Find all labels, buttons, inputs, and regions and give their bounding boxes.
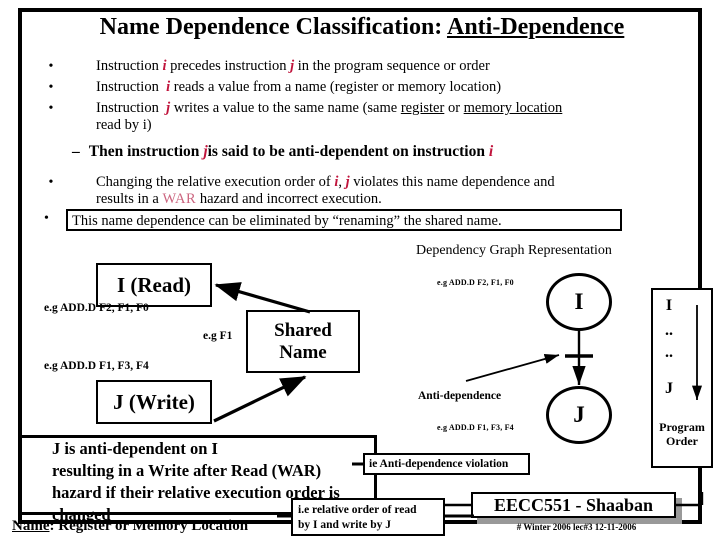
shared-name-line-1: Shared xyxy=(274,319,332,341)
variable-j: j xyxy=(345,174,350,190)
program-order-item-j: J xyxy=(665,380,673,397)
bullet-1-post: in the program sequence or order xyxy=(297,58,490,74)
bullet-3-pre: Instruction xyxy=(96,100,159,116)
bullet-1-mid: precedes instruction xyxy=(170,58,287,74)
name-definition-term: Name xyxy=(12,518,50,534)
diagram-node-j-write-label: J (Write) xyxy=(113,389,195,414)
bullet-marker: • xyxy=(48,80,54,95)
callout-relorder-line1: i.e relative order of read xyxy=(298,504,417,516)
footer-subtitle: # Winter 2006 lec#3 12-11-2006 xyxy=(516,522,637,532)
bullet-marker: • xyxy=(48,59,54,74)
diagram-node-j-write: J (Write) xyxy=(96,380,212,424)
sub-bullet-conclusion: – Then instruction jis said to be anti-de… xyxy=(72,143,493,161)
slide-canvas: Name Dependence Classification: Anti-Dep… xyxy=(0,0,720,540)
footer-banner: EECC551 - Shaaban xyxy=(471,492,676,518)
callout-violation-text: ie Anti-dependence violation xyxy=(369,458,509,470)
name-definition-line: Name: Register or Memory Location xyxy=(12,518,248,535)
callout-anti-dependence-violation: ie Anti-dependence violation xyxy=(363,453,530,475)
example-instruction-write: e.g ADD.D F1, F3, F4 xyxy=(44,360,149,372)
hazard-label-war: WAR xyxy=(162,191,197,207)
variable-i: i xyxy=(162,58,167,74)
bullet-4-pre: Changing the relative execution order of xyxy=(96,174,331,190)
emphasis-memory-location: memory location xyxy=(463,100,563,116)
bullet-3-conj: or xyxy=(447,100,461,116)
example-shared-register: e.g F1 xyxy=(203,330,233,342)
page-title: Name Dependence Classification: Anti-Dep… xyxy=(30,14,694,41)
shared-name-line-2: Name xyxy=(279,341,327,363)
name-definition-rest: : Register or Memory Location xyxy=(49,518,249,534)
bullet-marker: • xyxy=(48,101,54,116)
bullet-text-3: Instruction j writes a value to the same… xyxy=(96,100,684,134)
callout-relative-order: i.e relative order of read by I and writ… xyxy=(291,498,445,536)
bullet-1-pre: Instruction xyxy=(96,58,159,74)
sub-bullet-pre: Then instruction xyxy=(88,143,200,160)
diagram-node-i-read: I (Read) xyxy=(96,263,212,307)
bullet-marker: • xyxy=(48,175,54,190)
program-order-caption-line2: Order xyxy=(666,434,698,448)
bullet-item-4: • Changing the relative execution order … xyxy=(44,174,674,208)
graph-example-instruction-j: e.g ADD.D F1, F3, F4 xyxy=(437,423,514,432)
diagram-node-shared-name: Shared Name xyxy=(246,310,360,373)
bullet-2-pre: Instruction xyxy=(96,79,159,95)
bullet-text-4: Changing the relative execution order of… xyxy=(96,174,674,208)
bullet-text-1: Instruction i precedes instruction j in … xyxy=(96,58,664,75)
sub-bullet-mid: is said to be anti-dependent on instruct… xyxy=(207,143,485,160)
program-order-caption-line1: Program xyxy=(659,420,705,434)
program-order-ellipsis-2: .. xyxy=(665,344,673,361)
variable-j: j xyxy=(290,58,295,74)
sub-bullet-dash: – xyxy=(72,143,80,160)
bullet-3-tail: read by i) xyxy=(96,117,152,133)
bullet-4-line2-pre: results in a xyxy=(96,191,159,207)
callout-relorder-line2: by I and write by J xyxy=(298,519,391,531)
footer-banner-text: EECC551 - Shaaban xyxy=(493,494,654,515)
diagram-node-i-read-label: I (Read) xyxy=(116,272,192,297)
variable-i: i xyxy=(488,143,494,160)
page-title-main: Name Dependence Classification: xyxy=(99,14,443,40)
bullet-text-2: Instruction i reads a value from a name … xyxy=(96,79,664,96)
anti-dependence-edge-label: Anti-dependence xyxy=(418,390,502,402)
conclusion-line-2: resulting in a Write after Read (WAR) xyxy=(52,461,322,480)
bullet-item-1: • Instruction i precedes instruction j i… xyxy=(44,58,664,75)
bullet-2-post: reads a value from a name (register or m… xyxy=(173,79,502,95)
variable-j: j xyxy=(166,100,171,116)
conclusion-line-1: J is anti-dependent on I xyxy=(52,439,218,458)
bullet-4-line2-post: hazard and incorrect execution. xyxy=(199,191,382,207)
renaming-note-text: This name dependence can be eliminated b… xyxy=(72,213,502,229)
renaming-note-box: This name dependence can be eliminated b… xyxy=(66,209,622,231)
graph-node-j: J xyxy=(546,386,612,444)
graph-node-i-label: I xyxy=(574,289,584,314)
variable-i: i xyxy=(166,79,171,95)
graph-node-j-label: J xyxy=(573,402,585,427)
bullet-item-3: • Instruction j writes a value to the sa… xyxy=(44,100,684,134)
bullet-4-comma: , xyxy=(338,174,343,190)
graph-example-instruction-i: e.g ADD.D F2, F1, F0 xyxy=(437,278,514,287)
emphasis-register: register xyxy=(400,100,445,116)
graph-node-i: I xyxy=(546,273,612,331)
bullet-4-post: violates this name dependence and xyxy=(353,174,555,190)
bullet-item-2: • Instruction i reads a value from a nam… xyxy=(44,79,664,96)
page-title-emphasis: Anti-Dependence xyxy=(446,14,625,40)
dependency-graph-heading: Dependency Graph Representation xyxy=(416,243,612,258)
program-order-ellipsis-1: .. xyxy=(665,322,673,339)
bullet-marker: • xyxy=(44,211,49,226)
program-order-item-i: I xyxy=(665,297,673,314)
example-instruction-read: e.g ADD.D F2, F1, F0 xyxy=(44,302,149,314)
bullet-3-post: writes a value to the same name (same xyxy=(173,100,398,116)
program-order-caption: Program Order xyxy=(651,420,713,448)
